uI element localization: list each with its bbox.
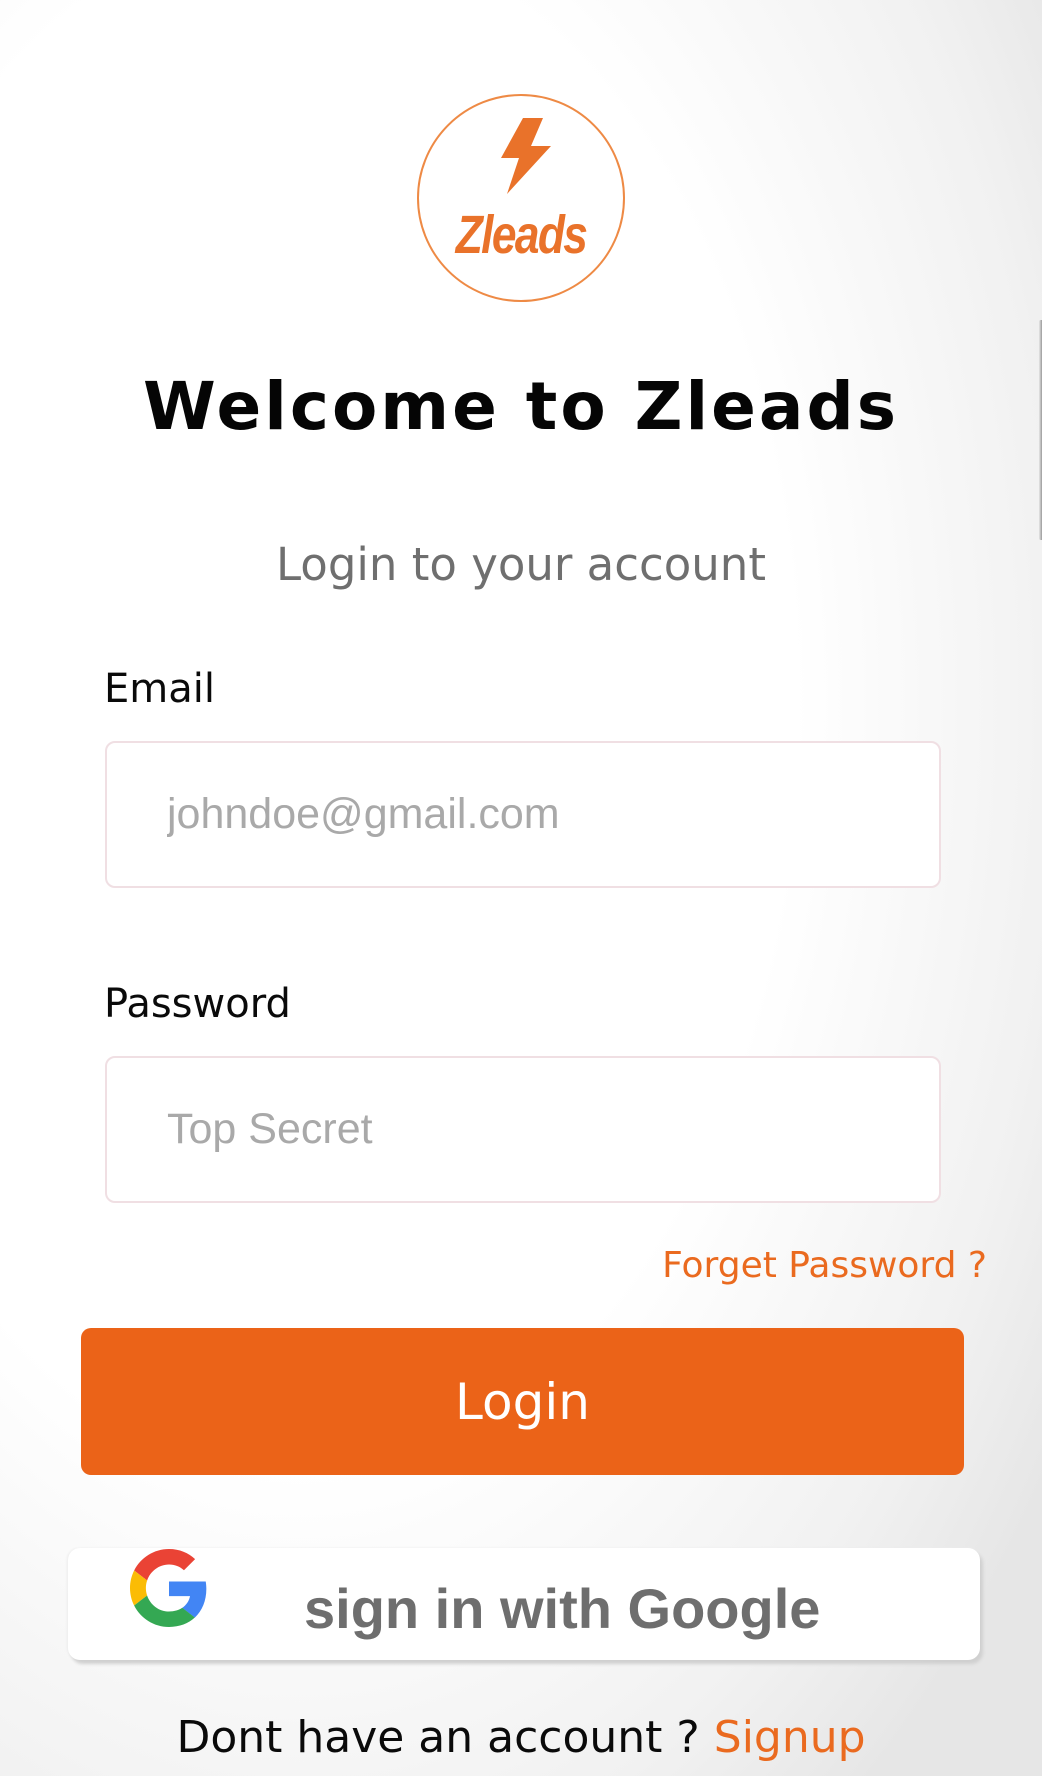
signup-link[interactable]: Signup — [714, 1712, 866, 1763]
password-field[interactable] — [167, 1058, 907, 1201]
zleads-logo: Zleads — [417, 94, 625, 302]
signup-prompt-text: Dont have an account ? — [176, 1712, 714, 1763]
google-sign-in-button[interactable]: sign in with Google — [68, 1548, 980, 1660]
login-subtitle: Login to your account — [276, 538, 766, 591]
password-field-container[interactable] — [105, 1056, 941, 1203]
email-field-container[interactable] — [105, 741, 941, 888]
welcome-title: Welcome to Zleads — [143, 368, 899, 445]
signup-prompt: Dont have an account ? Signup — [0, 1712, 1042, 1763]
login-button[interactable]: Login — [81, 1328, 964, 1475]
forget-password-link[interactable]: Forget Password ? — [662, 1245, 987, 1286]
lightning-bolt-icon — [501, 118, 551, 194]
logo-wordmark: Zleads — [455, 205, 588, 265]
email-label: Email — [104, 666, 215, 712]
google-g-icon — [130, 1549, 207, 1627]
password-label: Password — [104, 981, 291, 1027]
email-field[interactable] — [167, 743, 907, 886]
google-sign-in-label: sign in with Google — [304, 1577, 821, 1640]
